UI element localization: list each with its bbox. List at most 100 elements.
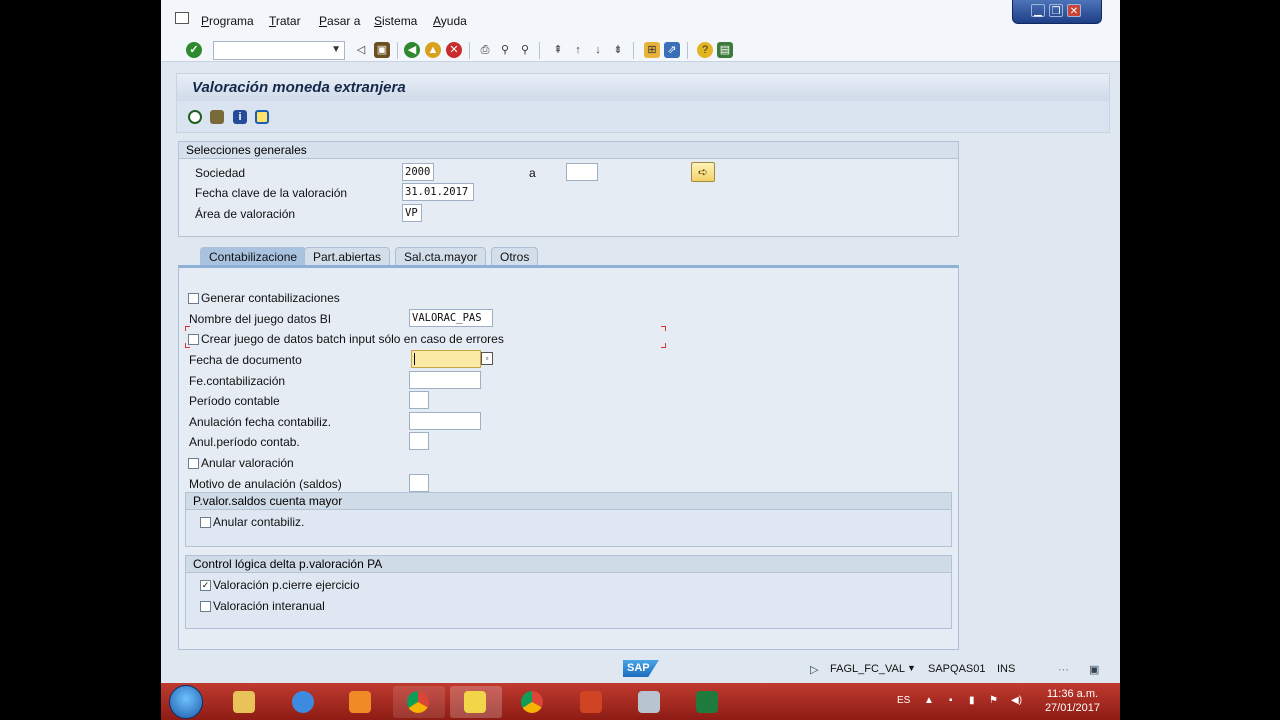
fecha-documento-field[interactable] xyxy=(411,350,481,368)
calendar-help-icon[interactable]: ▫ xyxy=(481,352,493,365)
new-session-icon[interactable]: ⊞ xyxy=(644,42,660,58)
tab-otros[interactable]: Otros xyxy=(491,247,539,266)
anular-valoracion-checkbox[interactable] xyxy=(188,458,199,469)
tab-contabilizaciones[interactable]: Contabilizacione xyxy=(200,247,307,266)
last-page-icon[interactable]: ⇟ xyxy=(610,42,626,58)
crear-juego-checkbox[interactable] xyxy=(188,334,199,345)
anul-periodo-label: Anul.período contab. xyxy=(189,435,300,449)
menu-sistema[interactable]: Sistema xyxy=(374,14,417,28)
app-icon xyxy=(638,691,660,713)
status-expand-icon[interactable]: ▷ xyxy=(810,663,818,676)
maximize-icon[interactable]: ❐ xyxy=(1049,4,1063,17)
media-player-icon xyxy=(349,691,371,713)
sap-window: Programa Tratar Pasar a Sistema Ayuda ▁ … xyxy=(161,0,1120,683)
saldos-group-header: P.valor.saldos cuenta mayor xyxy=(186,493,951,510)
previous-page-icon[interactable]: ↑ xyxy=(570,42,586,58)
clock-time: 11:36 a.m. xyxy=(1046,688,1099,700)
sap-logon-icon xyxy=(464,691,486,713)
sociedad-to-field[interactable] xyxy=(566,163,598,181)
status-monitor-icon[interactable]: ▣ xyxy=(1089,663,1099,676)
generar-checkbox[interactable] xyxy=(188,293,199,304)
collapse-triangle-icon[interactable]: ◁ xyxy=(353,42,369,58)
chrome-icon xyxy=(407,691,429,713)
taskbar-chrome[interactable] xyxy=(393,686,445,718)
help-icon[interactable]: ? xyxy=(697,42,713,58)
standard-toolbar: ✓ ▼ ◁ ▣ ◀ ▲ ✕ ⎙ ⚲ ⚲ ⇞ ↑ ↓ ⇟ ⊞ ⇗ ? ▤ xyxy=(161,38,1120,62)
sociedad-label: Sociedad xyxy=(195,166,246,180)
generar-label: Generar contabilizaciones xyxy=(201,291,340,305)
taskbar-excel[interactable] xyxy=(682,686,734,718)
exit-icon[interactable]: ▲ xyxy=(425,42,441,58)
tab-panel: Generar contabilizaciones Nombre del jue… xyxy=(178,265,959,650)
menu-programa[interactable]: Programa xyxy=(201,14,254,28)
area-valoracion-field[interactable]: VP xyxy=(402,204,422,222)
anular-contabiliz-checkbox[interactable] xyxy=(200,517,211,528)
find-next-icon[interactable]: ⚲ xyxy=(517,42,533,58)
nombre-juego-field[interactable]: VALORAC_PAS xyxy=(409,309,493,327)
anular-valoracion-label: Anular valoración xyxy=(201,456,294,470)
menu-pasar-a[interactable]: Pasar a xyxy=(319,14,360,28)
crear-juego-label: Crear juego de datos batch input sólo en… xyxy=(201,332,504,346)
control-group: Control lógica delta p.valoración PA ✓ V… xyxy=(185,555,952,629)
tray-expand-icon[interactable]: ▲ xyxy=(924,695,934,706)
internet-explorer-icon xyxy=(292,691,314,713)
chevron-down-icon[interactable]: ▼ xyxy=(331,44,341,55)
window-menu-icon[interactable] xyxy=(175,12,189,24)
first-page-icon[interactable]: ⇞ xyxy=(550,42,566,58)
valoracion-cierre-label: Valoración p.cierre ejercicio xyxy=(213,578,360,592)
network-icon[interactable]: ▮ xyxy=(969,695,975,706)
periodo-contable-label: Período contable xyxy=(189,394,280,408)
taskbar-ie[interactable] xyxy=(278,686,330,718)
anulacion-fecha-field[interactable] xyxy=(409,412,481,430)
next-page-icon[interactable]: ↓ xyxy=(590,42,606,58)
fecha-clave-field[interactable]: 31.01.2017 xyxy=(402,183,474,201)
tray-app-icon[interactable]: ▪ xyxy=(949,695,953,706)
menu-ayuda[interactable]: Ayuda xyxy=(433,14,467,28)
volume-icon[interactable]: ◀) xyxy=(1011,695,1022,706)
valoracion-cierre-checkbox[interactable]: ✓ xyxy=(200,580,211,591)
transaction-dropdown-icon[interactable]: ▼ xyxy=(907,663,916,673)
taskbar-chrome-2[interactable] xyxy=(507,686,559,718)
back-icon[interactable]: ◀ xyxy=(404,42,420,58)
clock-date: 27/01/2017 xyxy=(1044,702,1100,714)
info-icon[interactable]: i xyxy=(233,110,247,124)
periodo-contable-field[interactable] xyxy=(409,391,429,409)
find-icon[interactable]: ⚲ xyxy=(497,42,513,58)
anul-periodo-field[interactable] xyxy=(409,432,429,450)
save-icon[interactable]: ▣ xyxy=(374,42,390,58)
motivo-anulacion-label: Motivo de anulación (saldos) xyxy=(189,477,342,491)
motivo-anulacion-field[interactable] xyxy=(409,474,429,492)
selection-options-icon[interactable] xyxy=(255,110,269,124)
command-field[interactable]: ▼ xyxy=(213,41,345,60)
taskbar-sap[interactable] xyxy=(450,686,502,718)
valoracion-interanual-checkbox[interactable] xyxy=(200,601,211,612)
variant-icon[interactable] xyxy=(210,110,224,124)
menu-tratar[interactable]: Tratar xyxy=(269,14,301,28)
windows-start-icon[interactable] xyxy=(169,685,203,719)
close-icon[interactable]: ✕ xyxy=(1067,4,1081,17)
sap-logo: SAP xyxy=(623,660,659,677)
tab-part-abiertas[interactable]: Part.abiertas xyxy=(304,247,391,266)
minimize-icon[interactable]: ▁ xyxy=(1031,4,1045,17)
fe-contabilizacion-field[interactable] xyxy=(409,371,481,389)
cancel-icon[interactable]: ✕ xyxy=(446,42,462,58)
flag-icon[interactable]: ⚑ xyxy=(989,695,998,706)
enter-check-icon[interactable]: ✓ xyxy=(186,42,202,58)
menu-bar: Programa Tratar Pasar a Sistema Ayuda ▁ … xyxy=(161,0,1120,38)
transaction-code: FAGL_FC_VAL xyxy=(830,663,905,675)
windows-taskbar: ES ▲ ▪ ▮ ⚑ ◀) 11:36 a.m. 27/01/2017 xyxy=(161,683,1120,720)
shortcut-icon[interactable]: ⇗ xyxy=(664,42,680,58)
language-indicator[interactable]: ES xyxy=(897,695,910,706)
taskbar-powerpoint[interactable] xyxy=(566,686,618,718)
print-icon[interactable]: ⎙ xyxy=(477,42,493,58)
taskbar-app[interactable] xyxy=(624,686,676,718)
execute-icon[interactable] xyxy=(188,110,202,124)
system-clock[interactable]: 11:36 a.m. 27/01/2017 xyxy=(1045,687,1100,715)
folder-icon xyxy=(233,691,255,713)
taskbar-media[interactable] xyxy=(335,686,387,718)
tab-sal-cta-mayor[interactable]: Sal.cta.mayor xyxy=(395,247,487,266)
taskbar-explorer[interactable] xyxy=(219,686,271,718)
multiple-selection-button[interactable]: ➪ xyxy=(691,162,715,182)
sociedad-field[interactable]: 2000 xyxy=(402,163,434,181)
layout-menu-icon[interactable]: ▤ xyxy=(717,42,733,58)
